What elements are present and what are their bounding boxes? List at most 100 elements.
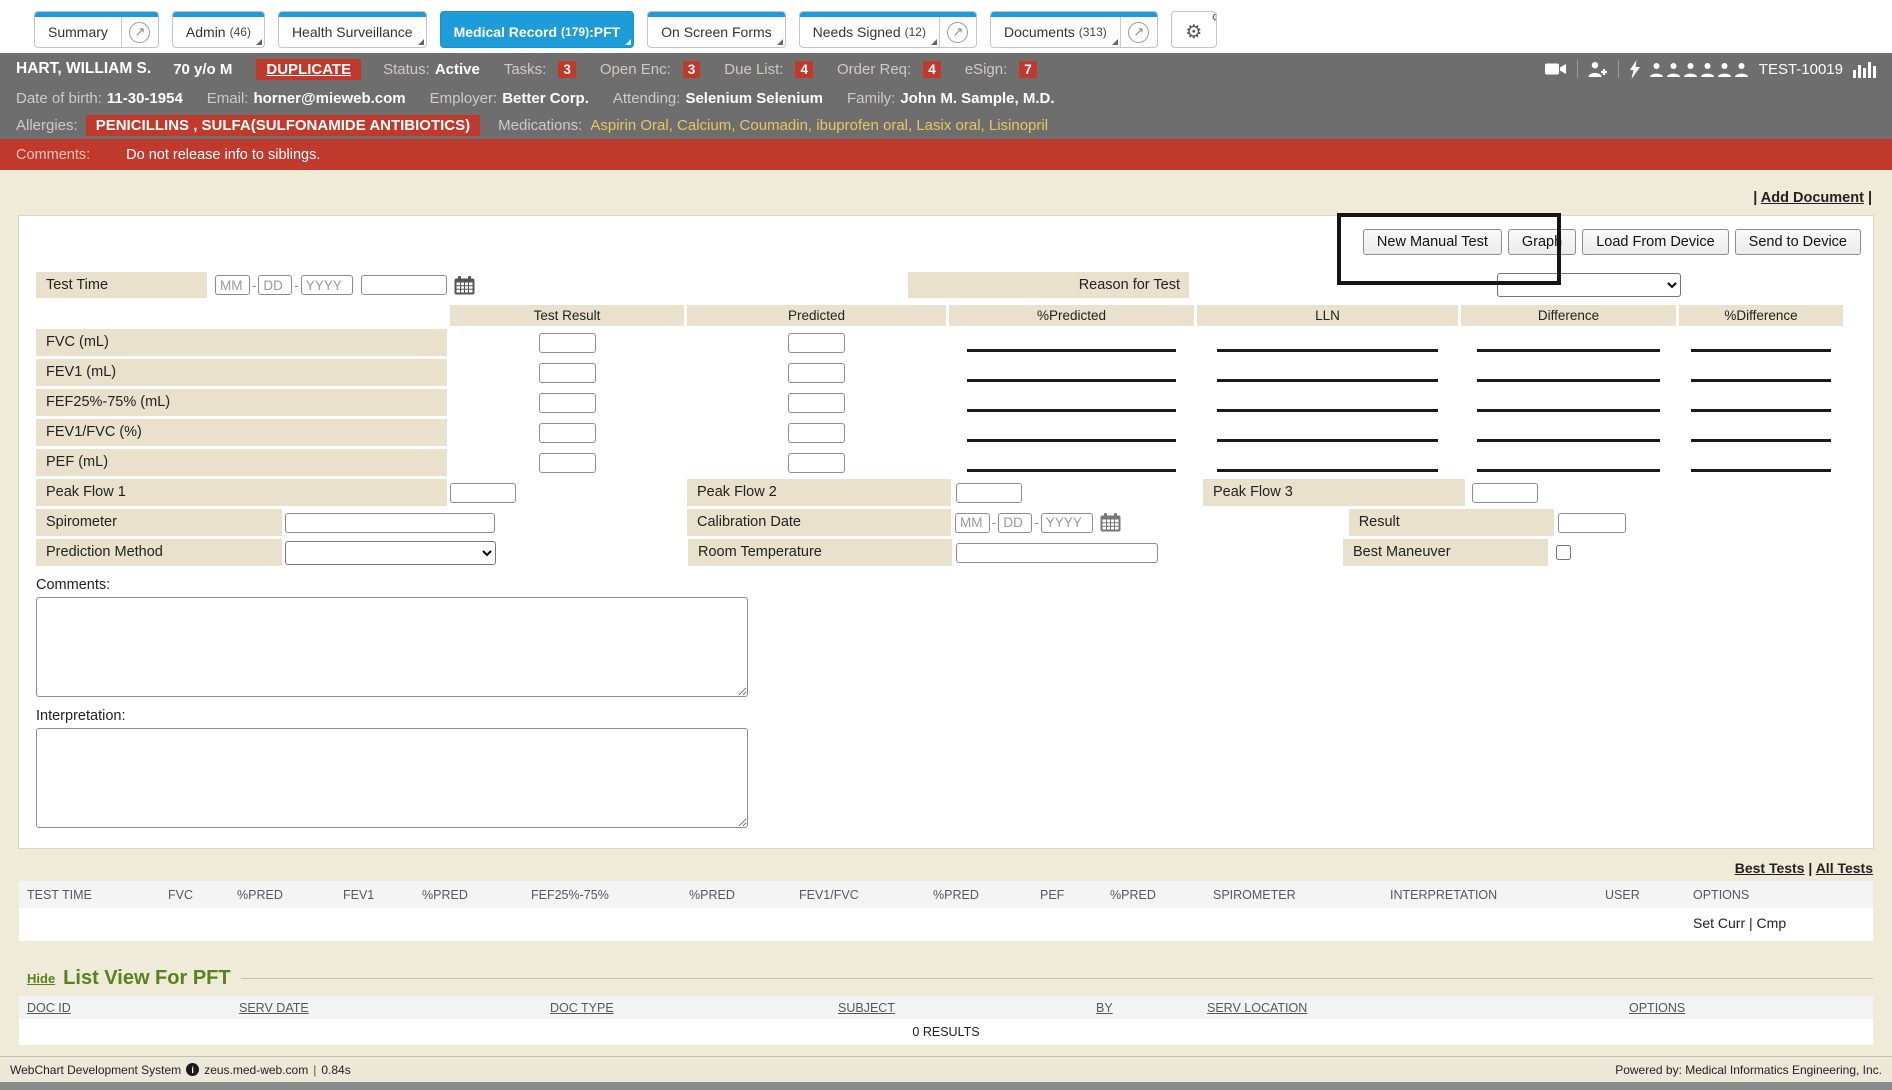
fev1-fvc-predicted-input[interactable] [788, 423, 845, 443]
new-manual-test-button[interactable]: New Manual Test [1363, 229, 1502, 255]
results-header-fev1: FEV1 [343, 888, 422, 902]
add-document-link[interactable]: Add Document [1761, 190, 1864, 206]
pft-form-panel: New Manual Test Graph Load From Device S… [18, 215, 1874, 849]
graph-button[interactable]: Graph [1508, 229, 1576, 255]
best-maneuver-label: Best Maneuver [1343, 539, 1548, 566]
result-label: Result [1349, 509, 1554, 536]
test-date-day-input[interactable] [258, 275, 292, 295]
doc-header-doc-type[interactable]: DOC TYPE [550, 1001, 838, 1015]
tab-health-surveillance[interactable]: Health Surveillance [278, 11, 427, 48]
results-header-fvc: FVC [168, 888, 237, 902]
fev1-fvc-lln-value [1217, 439, 1439, 442]
prediction-method-select[interactable] [285, 541, 496, 565]
fev1-predicted-input[interactable] [788, 363, 845, 383]
send-to-device-button[interactable]: Send to Device [1735, 229, 1861, 255]
calibration-day-input[interactable] [998, 513, 1032, 533]
fvc-predicted-input[interactable] [788, 333, 845, 353]
fev1-test-result-input[interactable] [539, 363, 596, 383]
pef-test-result-input[interactable] [539, 453, 596, 473]
tab-documents-label: Documents [1004, 24, 1075, 40]
fev1-fvc-percent-difference-value [1691, 439, 1830, 442]
duplicate-flag[interactable]: DUPLICATE [256, 59, 361, 80]
fev1-percent-difference-value [1691, 379, 1830, 382]
date-separator: - [1034, 515, 1038, 530]
calendar-icon[interactable] [1100, 513, 1121, 532]
medications-value[interactable]: Aspirin Oral, Calcium, Coumadin, ibuprof… [590, 117, 1048, 134]
fvc-percent-difference-value [1691, 349, 1830, 352]
documents-table-header: DOC ID SERV DATE DOC TYPE SUBJECT BY SER… [19, 996, 1873, 1019]
tab-medical-record[interactable]: Medical Record(179):PFT [440, 11, 635, 48]
best-maneuver-checkbox[interactable] [1556, 545, 1571, 560]
results-header-pred1: %PRED [237, 888, 343, 902]
employer-value: Better Corp. [502, 90, 589, 107]
patient-portal-users[interactable] [1649, 62, 1749, 77]
chart-icon[interactable] [1852, 61, 1876, 78]
lightning-icon[interactable] [1629, 60, 1641, 79]
tab-on-screen-forms[interactable]: On Screen Forms [647, 11, 785, 48]
gear-icon: ⚙ [1185, 23, 1202, 42]
fev1-difference-value [1477, 379, 1660, 382]
esign-badge[interactable]: 7 [1019, 61, 1037, 78]
person-icon [1666, 62, 1681, 77]
needs-signed-popout-button[interactable]: ↗ [939, 12, 976, 47]
table-row-fvc: FVC (mL) [36, 329, 1861, 356]
fef-test-result-input[interactable] [539, 393, 596, 413]
summary-popout-button[interactable]: ↗ [121, 12, 158, 47]
fef-predicted-input[interactable] [788, 393, 845, 413]
order-req-badge[interactable]: 4 [923, 61, 941, 78]
room-temperature-input[interactable] [956, 543, 1158, 563]
results-row-options: Set Curr | Cmp [1693, 915, 1786, 931]
peak-flow-2-input[interactable] [956, 483, 1022, 503]
doc-header-doc-id[interactable]: DOC ID [27, 1001, 239, 1015]
results-header-test-time: TEST TIME [27, 888, 168, 902]
interpretation-textarea[interactable] [36, 728, 748, 828]
fev1-fvc-test-result-input[interactable] [539, 423, 596, 443]
esign-label: eSign: [965, 61, 1008, 78]
add-user-icon[interactable] [1588, 61, 1608, 78]
info-icon[interactable]: i [186, 1063, 199, 1076]
doc-header-options[interactable]: OPTIONS [1629, 1001, 1873, 1015]
results-header-pred2: %PRED [422, 888, 531, 902]
calibration-year-input[interactable] [1041, 513, 1093, 533]
all-tests-link[interactable]: All Tests [1816, 860, 1873, 876]
tab-summary[interactable]: Summary ↗ [34, 11, 159, 48]
hide-link[interactable]: Hide [27, 971, 55, 986]
documents-empty-row: 0 RESULTS [19, 1019, 1873, 1045]
doc-header-serv-location[interactable]: SERV LOCATION [1207, 1001, 1629, 1015]
footer: WebChart Development System i zeus.med-w… [0, 1056, 1892, 1082]
result-input[interactable] [1558, 513, 1626, 533]
documents-popout-button[interactable]: ↗ [1120, 12, 1157, 47]
fvc-test-result-input[interactable] [539, 333, 596, 353]
doc-header-subject[interactable]: SUBJECT [838, 1001, 1096, 1015]
doc-header-serv-date[interactable]: SERV DATE [239, 1001, 550, 1015]
allergies-value[interactable]: PENICILLINS , SULFA(SULFONAMIDE ANTIBIOT… [86, 115, 480, 136]
calendar-icon[interactable] [454, 276, 475, 295]
comments-textarea[interactable] [36, 597, 748, 697]
list-view-title: List View For PFT [63, 967, 230, 990]
due-list-badge[interactable]: 4 [795, 61, 813, 78]
peak-flow-1-input[interactable] [450, 483, 516, 503]
row-label-fev1: FEV1 (mL) [36, 359, 447, 386]
reason-for-test-select[interactable] [1497, 273, 1681, 297]
settings-button[interactable]: ⚙⚙ [1171, 11, 1217, 48]
test-date-year-input[interactable] [301, 275, 353, 295]
tab-admin[interactable]: Admin(46) [172, 11, 265, 48]
test-time-input[interactable] [361, 275, 447, 295]
tab-documents[interactable]: Documents(313) ↗ [990, 11, 1158, 48]
tab-needs-signed[interactable]: Needs Signed(12) ↗ [799, 11, 977, 48]
set-curr-link[interactable]: Set Curr [1693, 915, 1745, 931]
tab-needs-signed-label: Needs Signed [813, 24, 901, 40]
peak-flow-3-input[interactable] [1472, 483, 1538, 503]
load-from-device-button[interactable]: Load From Device [1582, 229, 1728, 255]
test-date-month-input[interactable] [215, 275, 250, 295]
doc-header-by[interactable]: BY [1096, 1001, 1207, 1015]
open-enc-badge[interactable]: 3 [683, 61, 701, 78]
tasks-badge[interactable]: 3 [558, 61, 576, 78]
calibration-month-input[interactable] [955, 513, 990, 533]
pef-predicted-input[interactable] [788, 453, 845, 473]
best-tests-link[interactable]: Best Tests [1735, 860, 1805, 876]
cmp-link[interactable]: Cmp [1757, 915, 1787, 931]
spirometer-input[interactable] [285, 513, 495, 533]
row-label-fef: FEF25%-75% (mL) [36, 389, 447, 416]
video-call-icon[interactable] [1545, 61, 1567, 77]
